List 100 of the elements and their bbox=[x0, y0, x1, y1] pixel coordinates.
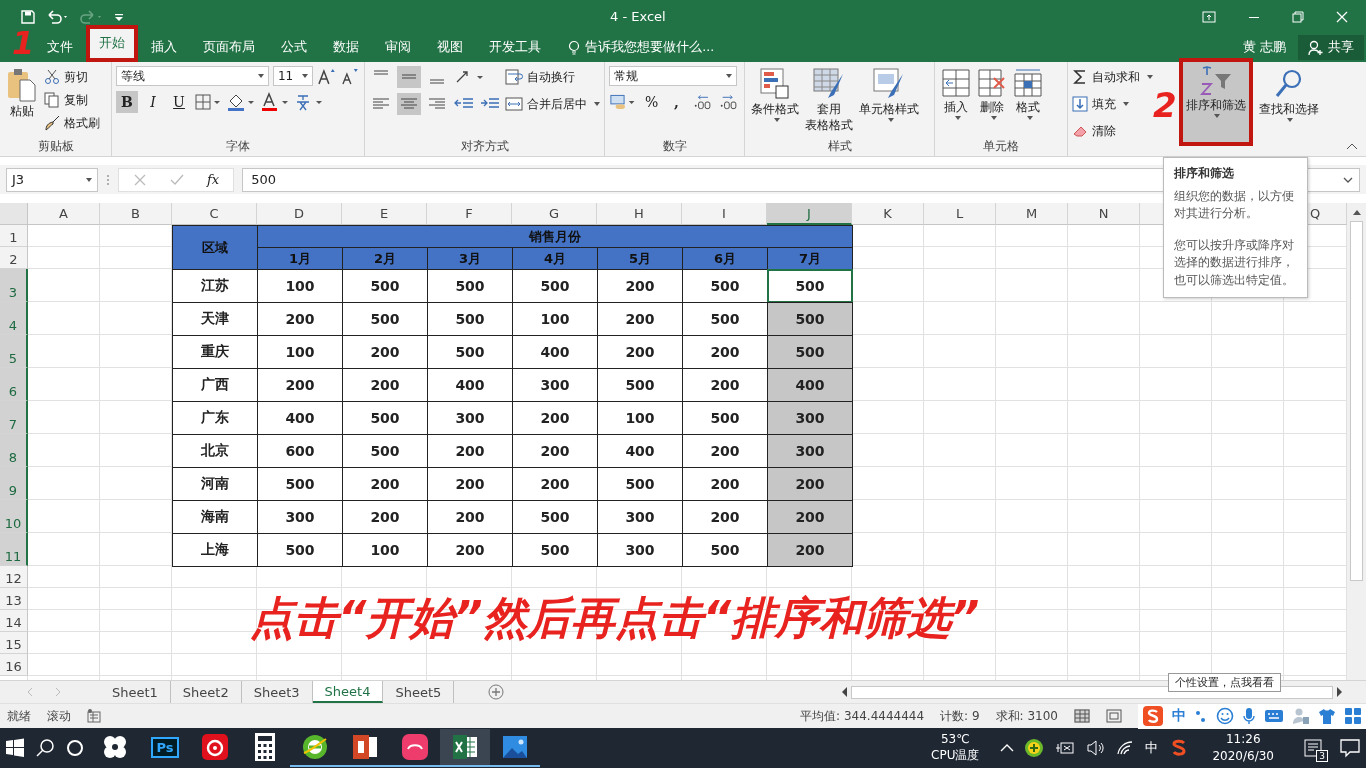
wrap-text-button[interactable]: 自动换行 bbox=[505, 66, 600, 88]
table-cell: 500 bbox=[342, 434, 428, 468]
column-header[interactable]: K bbox=[852, 203, 924, 225]
table-cell: 200 bbox=[427, 500, 513, 534]
column-header[interactable]: E bbox=[342, 203, 427, 225]
cell-styles-button[interactable]: 单元格样式 bbox=[857, 66, 921, 138]
table-cell: 广西 bbox=[172, 368, 258, 402]
group-label: 对齐方式 bbox=[459, 138, 510, 155]
ribbon-tab[interactable]: 文件 bbox=[34, 33, 87, 62]
row-header[interactable]: 8 bbox=[0, 434, 28, 467]
column-header[interactable]: G bbox=[512, 203, 597, 225]
row-header[interactable]: 1 bbox=[0, 225, 28, 247]
photoshop-icon: Ps bbox=[151, 736, 179, 758]
table-header-cell: 销售月份 bbox=[257, 225, 853, 248]
ribbon-tab[interactable]: 数据 bbox=[320, 33, 373, 62]
row-header[interactable]: 7 bbox=[0, 401, 28, 434]
column-header[interactable]: F bbox=[427, 203, 512, 225]
clock[interactable]: 11:26 2020/6/30 bbox=[1212, 731, 1274, 765]
table-cell: 200 bbox=[427, 434, 513, 468]
table-cell: 100 bbox=[257, 335, 343, 369]
row-header[interactable]: 5 bbox=[0, 335, 28, 368]
column-header[interactable]: J bbox=[767, 203, 852, 225]
merge-center-button[interactable]: 合并后居中 bbox=[505, 93, 600, 115]
row-header[interactable]: 6 bbox=[0, 368, 28, 401]
table-cell: 广东 bbox=[172, 401, 258, 435]
ime-mode[interactable]: 中 bbox=[1172, 707, 1186, 725]
row-header[interactable]: 2 bbox=[0, 247, 28, 269]
font-size-dropdown[interactable]: 11 bbox=[273, 66, 313, 86]
format-as-table-button[interactable]: 套用 表格格式 bbox=[803, 66, 855, 138]
insert-cells-button[interactable]: 插入 bbox=[939, 66, 973, 138]
table-cell: 200 bbox=[597, 335, 683, 369]
ribbon-tab[interactable]: 视图 bbox=[424, 33, 477, 62]
input-language[interactable]: 中 bbox=[1145, 739, 1159, 757]
table-cell: 400 bbox=[597, 434, 683, 468]
row-header[interactable]: 12 bbox=[0, 566, 28, 588]
row-header[interactable]: 3 bbox=[0, 269, 28, 302]
italic-button[interactable]: I bbox=[142, 91, 164, 113]
number-format-dropdown[interactable]: 常规 bbox=[609, 66, 737, 86]
column-header[interactable]: A bbox=[28, 203, 100, 225]
name-box[interactable]: J3 bbox=[6, 167, 98, 192]
clear-button[interactable]: 清除 bbox=[1072, 120, 1153, 142]
table-cell: 200 bbox=[427, 533, 513, 567]
row-header[interactable]: 16 bbox=[0, 654, 28, 676]
tell-me-field[interactable]: 告诉我您想要做什么... bbox=[585, 39, 715, 56]
bold-button[interactable]: B bbox=[116, 91, 138, 113]
sheet-tab[interactable]: Sheet4 bbox=[312, 681, 384, 703]
fill-button[interactable]: 填充 bbox=[1072, 93, 1153, 115]
conditional-formatting-button[interactable]: 条件格式 bbox=[749, 66, 801, 138]
copy-button[interactable]: 复制 bbox=[44, 89, 100, 111]
taskbar-app[interactable]: Ps bbox=[140, 729, 190, 767]
table-cell: 100 bbox=[512, 302, 598, 336]
table-cell: 200 bbox=[682, 500, 768, 534]
ribbon-tab[interactable]: 页面布局 bbox=[190, 33, 269, 62]
ribbon-tab[interactable]: 插入 bbox=[138, 33, 191, 62]
column-header[interactable]: B bbox=[100, 203, 172, 225]
ribbon-tab[interactable]: 审阅 bbox=[372, 33, 425, 62]
row-header[interactable]: 13 bbox=[0, 588, 28, 610]
scroll-lock-status: 滚动 bbox=[47, 707, 71, 725]
delete-cells-button[interactable]: 删除 bbox=[975, 66, 1009, 138]
row-header[interactable]: 4 bbox=[0, 302, 28, 335]
format-cells-button[interactable]: 格式 bbox=[1011, 66, 1045, 138]
column-header[interactable]: I bbox=[682, 203, 767, 225]
row-header[interactable]: 14 bbox=[0, 610, 28, 632]
step-number: 2 bbox=[1153, 88, 1177, 122]
table-cell: 200 bbox=[427, 467, 513, 501]
table-cell: 河南 bbox=[172, 467, 258, 501]
table-cell: 200 bbox=[257, 302, 343, 336]
column-header[interactable]: L bbox=[924, 203, 996, 225]
cut-button[interactable]: 剪切 bbox=[44, 66, 100, 88]
format-painter-button[interactable]: 格式刷 bbox=[44, 112, 100, 134]
row-header[interactable]: 10 bbox=[0, 500, 28, 533]
column-header[interactable]: H bbox=[597, 203, 682, 225]
insert-function-button[interactable]: fx bbox=[207, 172, 220, 187]
column-header[interactable]: D bbox=[257, 203, 342, 225]
share-button[interactable]: 共享 bbox=[1298, 35, 1364, 60]
autosum-button[interactable]: 自动求和 bbox=[1072, 66, 1153, 88]
clock-time: 11:26 bbox=[1225, 731, 1261, 748]
comma-style-button[interactable]: , bbox=[666, 91, 687, 113]
row-header[interactable]: 15 bbox=[0, 632, 28, 654]
user-name[interactable]: 黄 志鹏 bbox=[1243, 39, 1286, 56]
find-select-button[interactable]: 查找和选择 bbox=[1256, 66, 1321, 156]
paste-button[interactable]: 粘贴 bbox=[4, 66, 40, 138]
temperature-label: CPU温度 bbox=[931, 748, 980, 764]
column-header[interactable]: N bbox=[1068, 203, 1140, 225]
table-header-cell: 5月 bbox=[597, 247, 683, 270]
ribbon-tab[interactable]: 开始 bbox=[90, 29, 135, 58]
percent-button[interactable]: % bbox=[641, 91, 662, 113]
sort-filter-button[interactable]: 排序和筛选 bbox=[1182, 62, 1249, 142]
average-readout: 平均值: 344.4444444 bbox=[800, 707, 925, 725]
font-name-dropdown[interactable]: 等线 bbox=[116, 66, 269, 86]
ribbon-tab[interactable]: 开发工具 bbox=[476, 33, 555, 62]
row-header[interactable]: 11 bbox=[0, 533, 28, 566]
ime-hint-tooltip[interactable]: 个性设置，点我看看 bbox=[1168, 673, 1281, 692]
row-header[interactable]: 9 bbox=[0, 467, 28, 500]
notifications-indicator[interactable]: 3 bbox=[1302, 738, 1324, 758]
column-header[interactable]: M bbox=[996, 203, 1068, 225]
ribbon-tab[interactable]: 公式 bbox=[268, 33, 321, 62]
column-header[interactable]: C bbox=[172, 203, 257, 225]
ime-toolbar[interactable]: 中 bbox=[1138, 703, 1366, 729]
underline-button[interactable]: U bbox=[168, 91, 190, 113]
